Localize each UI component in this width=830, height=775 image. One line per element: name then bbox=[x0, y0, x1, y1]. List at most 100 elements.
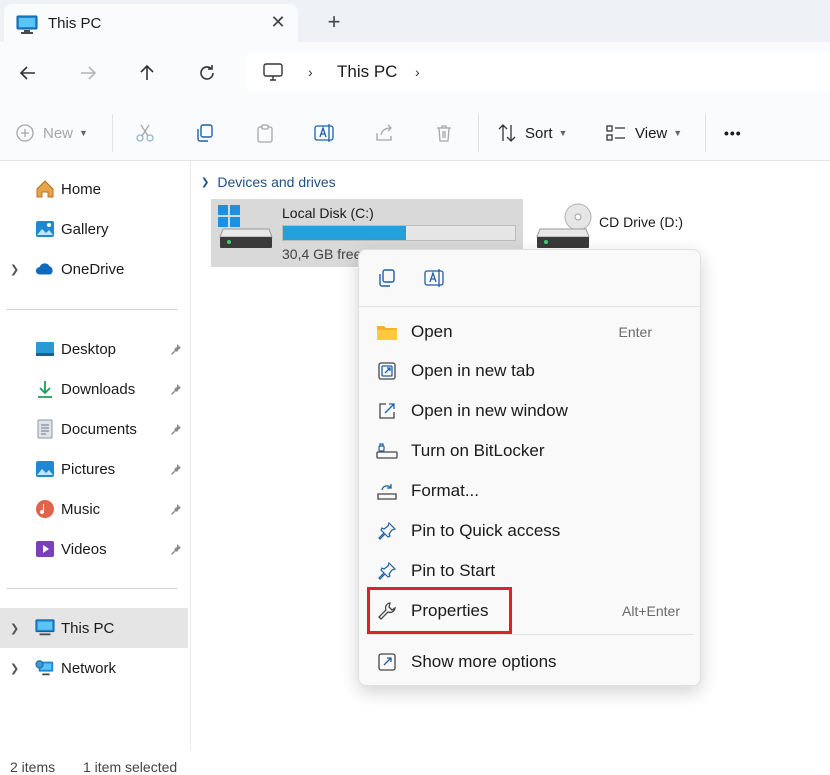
chevron-right-icon[interactable]: ❯ bbox=[10, 263, 19, 276]
pin-icon[interactable] bbox=[170, 542, 182, 559]
chevron-right-icon[interactable]: › bbox=[308, 64, 313, 80]
sidebar-divider bbox=[6, 588, 178, 589]
navigation-bar: › This PC › bbox=[0, 42, 830, 104]
refresh-button[interactable] bbox=[194, 60, 220, 86]
new-button[interactable]: New ▼ bbox=[15, 120, 88, 146]
menu-item-label: Open in new window bbox=[411, 401, 568, 420]
pin-icon[interactable] bbox=[170, 462, 182, 479]
sidebar-item-label: This PC bbox=[61, 619, 115, 637]
back-button[interactable] bbox=[15, 60, 41, 86]
context-menu-quick-actions bbox=[359, 250, 700, 307]
tab-this-pc[interactable]: This PC ✕ bbox=[4, 4, 298, 42]
sidebar-item-onedrive[interactable]: ❯ OneDrive bbox=[0, 249, 188, 289]
menu-item-label: Open in new tab bbox=[411, 361, 535, 380]
rename-button[interactable] bbox=[314, 120, 336, 146]
sidebar-item-desktop[interactable]: Desktop bbox=[0, 329, 188, 369]
view-button[interactable]: View ▼ bbox=[605, 120, 682, 146]
sidebar-divider bbox=[6, 309, 178, 310]
sidebar-item-home[interactable]: Home bbox=[0, 169, 188, 209]
menu-item-turn-on-bitlocker[interactable]: Turn on BitLocker bbox=[359, 432, 700, 470]
menu-item-open-in-new-window[interactable]: Open in new window bbox=[359, 392, 700, 430]
rename-icon bbox=[314, 124, 334, 142]
sidebar-item-videos[interactable]: Videos bbox=[0, 529, 188, 569]
sidebar-item-downloads[interactable]: Downloads bbox=[0, 369, 188, 409]
menu-item-open-in-new-tab[interactable]: Open in new tab bbox=[359, 352, 700, 390]
music-icon bbox=[35, 499, 55, 519]
more-options-icon bbox=[376, 651, 398, 673]
drive-name: CD Drive (D:) bbox=[599, 214, 683, 230]
menu-item-pin-to-start[interactable]: Pin to Start bbox=[359, 552, 700, 590]
sidebar-item-this-pc[interactable]: ❯ This PC bbox=[0, 608, 188, 648]
breadcrumb-this-pc[interactable]: This PC bbox=[337, 62, 397, 82]
menu-item-label: Open bbox=[411, 322, 453, 341]
sidebar-item-pictures[interactable]: Pictures bbox=[0, 449, 188, 489]
cut-button[interactable] bbox=[135, 120, 155, 146]
menu-item-label: Format... bbox=[411, 481, 480, 500]
new-tab-button[interactable]: + bbox=[322, 10, 346, 34]
format-icon bbox=[376, 480, 398, 502]
chevron-right-icon[interactable]: ❯ bbox=[10, 622, 19, 635]
share-button[interactable] bbox=[374, 120, 394, 146]
menu-item-shortcut: Alt+Enter bbox=[622, 603, 680, 619]
sidebar-item-music[interactable]: Music bbox=[0, 489, 188, 529]
status-selection: 1 item selected bbox=[83, 759, 178, 775]
copy-icon bbox=[379, 269, 395, 287]
pin-icon[interactable] bbox=[170, 342, 182, 359]
copy-button[interactable] bbox=[376, 267, 398, 289]
pin-icon[interactable] bbox=[170, 422, 182, 439]
new-tab-icon bbox=[376, 360, 398, 382]
sidebar-item-label: Pictures bbox=[61, 460, 116, 478]
plus-circle-icon bbox=[16, 124, 34, 142]
share-icon bbox=[376, 124, 392, 141]
pictures-icon bbox=[35, 459, 55, 479]
sidebar-item-gallery[interactable]: Gallery bbox=[0, 209, 188, 249]
sidebar-item-label: Desktop bbox=[61, 340, 117, 358]
chevron-down-icon: ❯ bbox=[201, 176, 210, 188]
menu-item-format[interactable]: Format... bbox=[359, 472, 700, 510]
cloud-icon bbox=[35, 259, 55, 279]
menu-item-label: Turn on BitLocker bbox=[411, 441, 545, 460]
menu-item-label: Pin to Start bbox=[411, 561, 496, 580]
chevron-right-icon[interactable]: ❯ bbox=[10, 662, 19, 675]
menu-item-show-more-options[interactable]: Show more options bbox=[359, 643, 700, 681]
status-item-count: 2 items bbox=[10, 759, 56, 775]
pin-icon[interactable] bbox=[170, 382, 182, 399]
context-menu-divider bbox=[367, 634, 693, 635]
chevron-down-icon: ▼ bbox=[673, 128, 683, 138]
paste-button[interactable] bbox=[255, 120, 275, 146]
sort-button[interactable]: Sort ▼ bbox=[497, 120, 567, 146]
arrow-left-icon bbox=[19, 66, 35, 80]
more-options-button[interactable]: ••• bbox=[724, 120, 742, 146]
sort-label: Sort bbox=[525, 124, 553, 142]
menu-item-open[interactable]: Open Enter bbox=[359, 313, 700, 351]
cd-drive-icon bbox=[536, 201, 592, 254]
arrow-up-icon bbox=[140, 64, 154, 80]
new-label: New bbox=[43, 124, 74, 142]
home-icon bbox=[35, 179, 55, 199]
chevron-down-icon: ▼ bbox=[558, 128, 568, 138]
toolbar-divider bbox=[705, 114, 706, 152]
videos-icon bbox=[35, 539, 55, 559]
forward-button[interactable] bbox=[75, 60, 101, 86]
pc-icon bbox=[35, 618, 55, 638]
chevron-right-icon[interactable]: › bbox=[415, 64, 420, 80]
sidebar-item-label: Videos bbox=[61, 540, 107, 558]
sidebar-item-label: Network bbox=[61, 659, 117, 677]
pc-icon bbox=[262, 62, 284, 87]
pin-icon[interactable] bbox=[170, 502, 182, 519]
group-header-devices[interactable]: ❯ Devices and drives bbox=[201, 174, 336, 190]
sidebar-item-documents[interactable]: Documents bbox=[0, 409, 188, 449]
close-icon[interactable]: ✕ bbox=[268, 12, 288, 32]
drive-name: Local Disk (C:) bbox=[282, 205, 374, 221]
menu-item-pin-to-quick-access[interactable]: Pin to Quick access bbox=[359, 512, 700, 550]
up-button[interactable] bbox=[134, 60, 160, 86]
address-bar[interactable]: › This PC › bbox=[246, 52, 830, 92]
arrow-right-icon bbox=[81, 66, 97, 80]
copy-button[interactable] bbox=[195, 120, 215, 146]
sidebar-item-network[interactable]: ❯ Network bbox=[0, 648, 188, 688]
gallery-icon bbox=[35, 219, 55, 239]
toolbar-divider bbox=[478, 114, 479, 152]
rename-button[interactable] bbox=[424, 267, 446, 289]
toolbar-divider bbox=[112, 114, 113, 152]
delete-button[interactable] bbox=[434, 120, 454, 146]
